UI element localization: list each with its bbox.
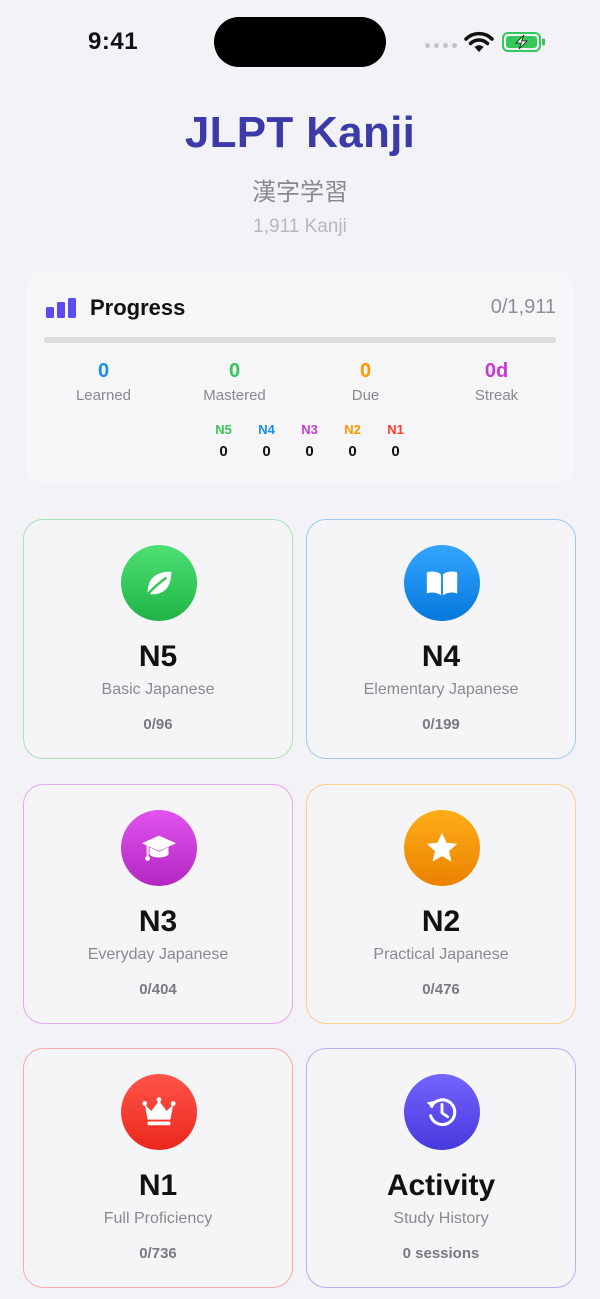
book-icon (404, 545, 480, 621)
progress-total: 0/1,911 (490, 296, 556, 318)
graduation-cap-icon (121, 810, 197, 886)
progress-bar (44, 337, 556, 343)
level-value: 0 (219, 443, 228, 460)
level-card-n4[interactable]: N4 Elementary Japanese 0/199 (306, 519, 576, 759)
card-subtitle: Study History (393, 1210, 489, 1227)
stat-label: Mastered (203, 387, 266, 404)
kanji-count: 1,911 Kanji (253, 216, 347, 237)
leaf-icon (121, 545, 197, 621)
activity-card[interactable]: Activity Study History 0 sessions (306, 1048, 576, 1288)
card-subtitle: Elementary Japanese (363, 681, 519, 698)
stat-value: 0d (484, 360, 509, 382)
history-clock-icon (404, 1074, 480, 1150)
level-breakdown: N5 0 N4 0 N3 0 N2 0 N1 0 (202, 422, 417, 460)
level-value: 0 (262, 443, 271, 460)
card-progress: 0 sessions (402, 1245, 480, 1262)
card-progress: 0/96 (143, 716, 173, 733)
card-title: N3 (138, 905, 178, 938)
crown-icon (121, 1074, 197, 1150)
stat-label: Learned (75, 387, 132, 404)
level-name: N2 (344, 422, 361, 437)
level-value: 0 (305, 443, 314, 460)
level-value: 0 (391, 443, 400, 460)
star-icon (404, 810, 480, 886)
card-progress: 0/736 (139, 1245, 177, 1262)
level-name: N4 (258, 422, 275, 437)
stats-row: 0 Learned 0 Mastered 0 Due 0d Streak (38, 360, 562, 404)
progress-card: Progress 0/1,911 0 Learned 0 Mastered 0 … (26, 272, 574, 482)
level-n1-count: N1 0 (374, 422, 417, 460)
stat-label: Streak (474, 387, 519, 404)
stat-label: Due (351, 387, 380, 404)
app-title: JLPT Kanji (184, 108, 416, 157)
level-name: N5 (215, 422, 232, 437)
stat-learned: 0 Learned (38, 360, 169, 404)
level-value: 0 (348, 443, 357, 460)
card-subtitle: Basic Japanese (101, 681, 215, 698)
stat-value: 0 (97, 360, 110, 382)
level-n3-count: N3 0 (288, 422, 331, 460)
wifi-icon (464, 31, 494, 52)
card-title: N2 (421, 905, 461, 938)
card-title: N1 (138, 1169, 178, 1202)
dynamic-island (214, 17, 386, 67)
card-subtitle: Everyday Japanese (87, 946, 229, 963)
status-time: 9:41 (88, 28, 139, 55)
stat-mastered: 0 Mastered (169, 360, 300, 404)
card-subtitle: Practical Japanese (373, 946, 509, 963)
home-screen: 9:41 JLPT Kanji 漢字学習 1,911 Kanji Progres… (0, 0, 600, 1299)
level-card-n2[interactable]: N2 Practical Japanese 0/476 (306, 784, 576, 1024)
level-n5-count: N5 0 (202, 422, 245, 460)
level-n2-count: N2 0 (331, 422, 374, 460)
app-subtitle: 漢字学習 (252, 178, 348, 206)
stat-due: 0 Due (300, 360, 431, 404)
cellular-signal-icon (425, 43, 457, 48)
level-card-n1[interactable]: N1 Full Proficiency 0/736 (23, 1048, 293, 1288)
battery-charging-icon (502, 32, 545, 52)
level-name: N1 (387, 422, 404, 437)
status-bar: 9:41 (0, 0, 600, 84)
card-title: N4 (421, 640, 461, 673)
card-progress: 0/476 (422, 981, 460, 998)
card-subtitle: Full Proficiency (103, 1210, 213, 1227)
chart-bar-icon (46, 298, 76, 318)
level-card-n3[interactable]: N3 Everyday Japanese 0/404 (23, 784, 293, 1024)
stat-streak: 0d Streak (431, 360, 562, 404)
card-title: Activity (386, 1169, 496, 1202)
card-title: N5 (138, 640, 178, 673)
level-name: N3 (301, 422, 318, 437)
card-progress: 0/199 (422, 716, 460, 733)
level-n4-count: N4 0 (245, 422, 288, 460)
progress-title: Progress (90, 295, 186, 320)
level-card-n5[interactable]: N5 Basic Japanese 0/96 (23, 519, 293, 759)
stat-value: 0 (359, 360, 372, 382)
stat-value: 0 (228, 360, 241, 382)
card-progress: 0/404 (139, 981, 177, 998)
